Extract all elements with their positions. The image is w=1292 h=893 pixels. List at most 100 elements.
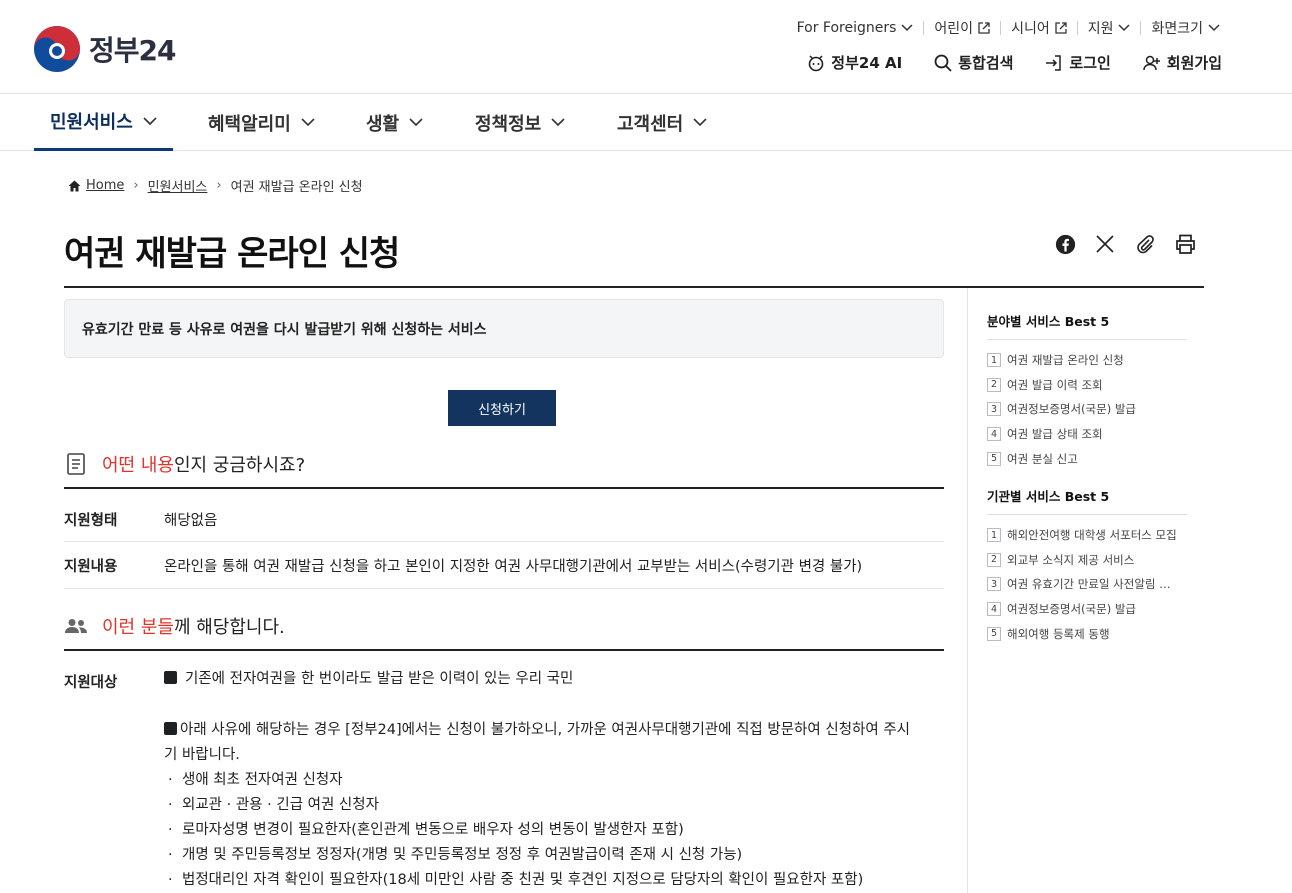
rank-badge: 2 (987, 377, 1001, 392)
support-label: 지원 (1087, 21, 1114, 37)
sidebar-item[interactable]: 1 여권 재발급 온라인 신청 (987, 348, 1187, 373)
chevron-down-icon (693, 118, 707, 127)
sidebar-best-by-agency: 기관별 서비스 Best 5 1 해외안전여행 대학생 서포터스 모집 2 외교부 … (987, 486, 1187, 646)
people-icon (64, 618, 88, 634)
chevron-down-icon (301, 118, 315, 127)
nav-label: 생활 (366, 113, 400, 135)
nav-item-policy-info[interactable]: 정책정보 (475, 94, 565, 151)
senior-link[interactable]: 시니어 (1001, 18, 1077, 38)
kids-label: 어린이 (934, 21, 974, 37)
for-foreigners-label: For Foreigners (796, 20, 897, 36)
breadcrumb-home[interactable]: Home (86, 178, 124, 193)
chevron-down-icon (551, 118, 565, 127)
target-notice: 아래 사유에 해당하는 경우 [정부24]에서는 신청이 불가하오니, 가까운 … (164, 718, 916, 893)
nav-item-civil-service[interactable]: 민원서비스 (34, 94, 173, 151)
row-label: 지원형태 (64, 513, 118, 529)
signup-label: 회원가입 (1166, 54, 1222, 72)
nav-item-benefit-alarm[interactable]: 혜택알리미 (208, 94, 315, 151)
list-item: · 개명 및 주민등록정보 정정자(개명 및 주민등록정보 정정 후 여권발급이력… (168, 847, 743, 863)
x-icon[interactable] (1094, 233, 1116, 255)
external-link-icon (1055, 22, 1067, 34)
rank-badge: 4 (987, 602, 1001, 617)
sidebar-item[interactable]: 5 해외여행 등록제 동행 (987, 621, 1187, 646)
home-icon (68, 180, 81, 191)
for-foreigners-link[interactable]: For Foreigners (787, 20, 924, 36)
section-heading-what: 어떤 내용인지 궁금하시죠? (64, 453, 944, 489)
target-primary-text: 기존에 전자여권을 한 번이라도 발급 받은 이력이 있는 우리 국민 (185, 671, 574, 687)
senior-label: 시니어 (1011, 21, 1050, 37)
rank-badge: 3 (987, 577, 1001, 592)
rank-badge: 2 (987, 552, 1001, 567)
header-actions: 정부24 AI 통합검색 로그인 회원가입 (807, 52, 1222, 73)
main-nav: 민원서비스 혜택알리미 생활 정책정보 고객센터 (0, 93, 1292, 151)
row-divider (64, 541, 944, 542)
section-heading-who: 이런 분들께 해당합니다. (64, 615, 944, 651)
target-notice-text: 아래 사유에 해당하는 경우 [정부24]에서는 신청이 불가하오니, 가까운 … (164, 722, 910, 763)
chevron-down-icon (1118, 24, 1130, 32)
breadcrumb: Home › 민원서비스 › 여권 재발급 온라인 신청 (68, 176, 363, 195)
external-link-icon (978, 22, 990, 34)
service-summary: 유효기간 만료 등 사유로 여권을 다시 발급받기 위해 신청하는 서비스 (64, 299, 944, 358)
login-label: 로그인 (1069, 54, 1111, 72)
chevron-down-icon (409, 118, 423, 127)
nav-label: 민원서비스 (50, 112, 133, 133)
chevron-down-icon (901, 24, 913, 32)
info-row-support-content: 지원내용 온라인을 통해 여권 재발급 신청을 하고 본인이 지정한 여권 사무… (64, 555, 944, 576)
screen-size-label: 화면크기 (1151, 21, 1203, 37)
rank-badge: 1 (987, 528, 1001, 543)
sidebar-item[interactable]: 4 여권정보증명서(국문) 발급 (987, 597, 1187, 622)
sidebar-item[interactable]: 5 여권 분실 신고 (987, 446, 1187, 471)
nav-item-customer-center[interactable]: 고객센터 (617, 94, 707, 151)
info-row-support-type: 지원형태 해당없음 (64, 509, 944, 530)
sidebar-divider (967, 288, 968, 893)
gov24-ai-button[interactable]: 정부24 AI (807, 52, 902, 73)
breadcrumb-civil-service[interactable]: 민원서비스 (148, 176, 208, 195)
title-divider (64, 286, 1204, 288)
share-toolbar (1054, 233, 1196, 255)
search-button[interactable]: 통합검색 (934, 52, 1013, 73)
nav-label: 정책정보 (475, 113, 542, 135)
sidebar-item[interactable]: 3 여권 유효기간 만료일 사전알림 서비스 (987, 572, 1187, 597)
list-item: · 외교관 · 관용 · 긴급 여권 신청자 (168, 797, 379, 813)
rank-badge: 1 (987, 353, 1001, 368)
sidebar-title: 분야별 서비스 Best 5 (987, 311, 1187, 340)
page-title: 여권 재발급 온라인 신청 (64, 234, 400, 274)
apply-button[interactable]: 신청하기 (448, 390, 556, 426)
login-button[interactable]: 로그인 (1045, 52, 1111, 73)
site-logo[interactable]: 정부24 (33, 25, 176, 73)
row-divider (64, 588, 944, 589)
link-icon[interactable] (1134, 233, 1156, 255)
row-value: 온라인을 통해 여권 재발급 신청을 하고 본인이 지정한 여권 사무대행기관에… (164, 559, 863, 575)
sidebar-item[interactable]: 3 여권정보증명서(국문) 발급 (987, 397, 1187, 422)
list-item: · 법정대리인 자격 확인이 필요한자(18세 미만인 사람 중 친권 및 후견인… (168, 872, 864, 888)
sidebar-item[interactable]: 2 여권 발급 이력 조회 (987, 373, 1187, 398)
service-summary-text: 유효기간 만료 등 사유로 여권을 다시 발급받기 위해 신청하는 서비스 (82, 321, 487, 338)
chevron-down-icon (143, 116, 157, 125)
sidebar-item[interactable]: 2 외교부 소식지 제공 서비스 (987, 548, 1187, 573)
nav-item-life[interactable]: 생활 (366, 94, 423, 151)
screen-size-menu[interactable]: 화면크기 (1141, 18, 1230, 38)
ai-bot-icon (808, 54, 824, 71)
logo-text: 정부24 (89, 34, 176, 67)
sidebar-title: 기관별 서비스 Best 5 (987, 486, 1187, 515)
target-primary: 기존에 전자여권을 한 번이라도 발급 받은 이력이 있는 우리 국민 (164, 667, 924, 692)
row-value: 해당없음 (164, 513, 218, 529)
support-menu[interactable]: 지원 (1078, 18, 1141, 38)
bullet-square-icon (164, 671, 177, 684)
bullet-square-icon (164, 722, 177, 735)
row-label: 지원대상 (64, 675, 118, 691)
rank-badge: 5 (987, 626, 1001, 641)
kids-link[interactable]: 어린이 (924, 18, 1000, 38)
facebook-icon[interactable] (1054, 233, 1076, 255)
sidebar-item[interactable]: 1 해외안전여행 대학생 서포터스 모집 (987, 523, 1187, 548)
sidebar-item[interactable]: 4 여권 발급 상태 조회 (987, 422, 1187, 447)
user-add-icon (1143, 55, 1160, 70)
section-heading-text: 어떤 내용인지 궁금하시죠? (102, 455, 306, 476)
rank-badge: 3 (987, 402, 1001, 417)
sidebar-best-by-field: 분야별 서비스 Best 5 1 여권 재발급 온라인 신청 2 여권 발급 이력 … (987, 311, 1187, 471)
breadcrumb-separator: › (133, 178, 139, 193)
print-icon[interactable] (1174, 233, 1196, 255)
nav-label: 혜택알리미 (208, 113, 291, 135)
signup-button[interactable]: 회원가입 (1143, 52, 1222, 73)
search-icon (934, 54, 952, 72)
